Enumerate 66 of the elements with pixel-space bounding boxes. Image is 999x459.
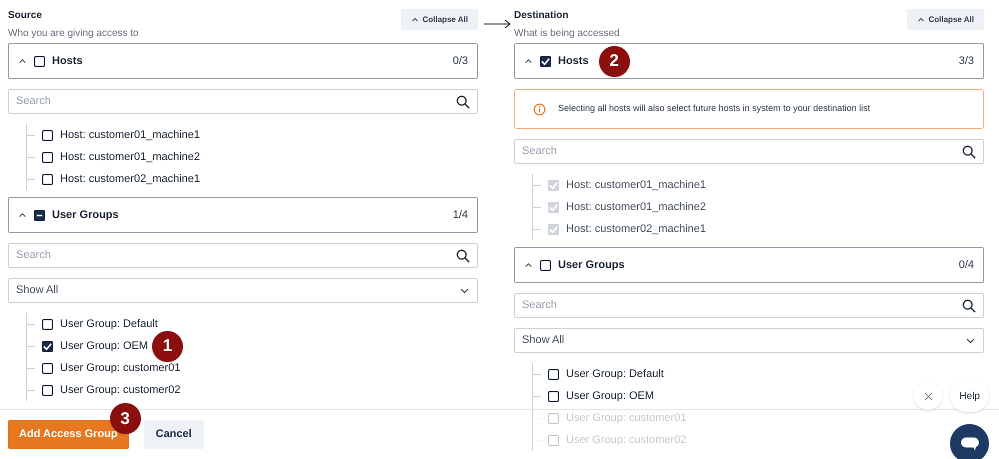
- step-marker: 2: [598, 46, 630, 76]
- item-label[interactable]: Host: customer02_machine1: [60, 170, 200, 188]
- chevron-up-icon: [916, 16, 924, 24]
- checkbox[interactable]: [42, 130, 53, 140]
- collapse-all-button[interactable]: Collapse All: [400, 9, 478, 30]
- item-label[interactable]: User Group: Default: [566, 366, 664, 382]
- checkbox[interactable]: [34, 56, 45, 66]
- chevron-up-icon: [18, 56, 27, 66]
- group-header[interactable]: User Groups 0/4: [514, 247, 984, 283]
- checkbox[interactable]: [540, 260, 551, 270]
- chat-button[interactable]: [950, 424, 989, 459]
- group-header[interactable]: User Groups 1/4: [8, 197, 478, 233]
- item-label[interactable]: User Group: OEM: [566, 388, 654, 404]
- checkbox[interactable]: [42, 362, 53, 374]
- group-header[interactable]: Hosts 2 3/3: [514, 43, 984, 79]
- placeholder-text: Search: [522, 298, 558, 314]
- group-label: Hosts: [558, 54, 589, 69]
- chevron-up-icon: [524, 56, 533, 66]
- group-count: 1/4: [452, 208, 468, 223]
- chevron-up-icon: [410, 16, 418, 24]
- checkbox[interactable]: [548, 390, 559, 402]
- placeholder-text: Search: [522, 144, 558, 160]
- close-icon: [924, 392, 933, 400]
- section-title: Destination: [514, 9, 570, 23]
- checkbox[interactable]: [42, 318, 53, 330]
- item-label[interactable]: Host: customer01_machine1: [60, 126, 200, 144]
- group-header[interactable]: Hosts 0/3: [8, 43, 478, 79]
- search-icon: [962, 298, 976, 312]
- alert-text: Selecting all hosts will also select future hosts in system to your destination list: [558, 102, 870, 116]
- chevron-up-icon: [18, 210, 27, 220]
- item-label[interactable]: User Group: OEM: [60, 338, 148, 354]
- checkbox[interactable]: [540, 56, 551, 66]
- info-icon: [533, 102, 546, 116]
- item-label[interactable]: Host: customer01_machine2: [60, 148, 200, 166]
- group-count: 0/3: [452, 54, 468, 69]
- group-count: 0/4: [958, 258, 974, 273]
- cancel-button[interactable]: Cancel: [144, 420, 204, 449]
- section-subtitle: Who you are giving access to: [8, 27, 139, 41]
- checkbox[interactable]: [42, 340, 53, 352]
- section-subtitle: What is being accessed: [514, 27, 620, 41]
- collapse-all-button[interactable]: Collapse All: [906, 9, 984, 30]
- chevron-up-icon: [524, 260, 533, 270]
- item-label[interactable]: User Group: customer02: [60, 382, 180, 398]
- step-marker: 1: [152, 330, 184, 362]
- checkbox[interactable]: [42, 384, 53, 396]
- item-label[interactable]: User Group: Default: [60, 316, 158, 332]
- checkbox[interactable]: [42, 174, 53, 184]
- help-button[interactable]: Help: [950, 380, 989, 412]
- search-icon: [962, 144, 976, 158]
- group-count: 3/3: [958, 54, 974, 69]
- right-arrow-icon: [484, 19, 512, 29]
- search-icon: [456, 248, 470, 262]
- checkbox[interactable]: [548, 368, 559, 380]
- checkbox[interactable]: [34, 210, 45, 220]
- group-label: User Groups: [558, 258, 625, 273]
- item-label[interactable]: User Group: customer01: [60, 360, 180, 376]
- filter-dropdown[interactable]: Show All: [514, 328, 984, 353]
- group-label: Hosts: [52, 54, 83, 69]
- section-title: Source: [8, 9, 43, 23]
- placeholder-text: Search: [16, 248, 52, 264]
- checkbox[interactable]: [42, 152, 53, 162]
- placeholder-text: Search: [16, 94, 52, 110]
- group-label: User Groups: [52, 208, 119, 223]
- chat-bubble-icon: [960, 435, 980, 452]
- filter-dropdown[interactable]: Show All: [8, 278, 478, 303]
- search-icon: [456, 94, 470, 108]
